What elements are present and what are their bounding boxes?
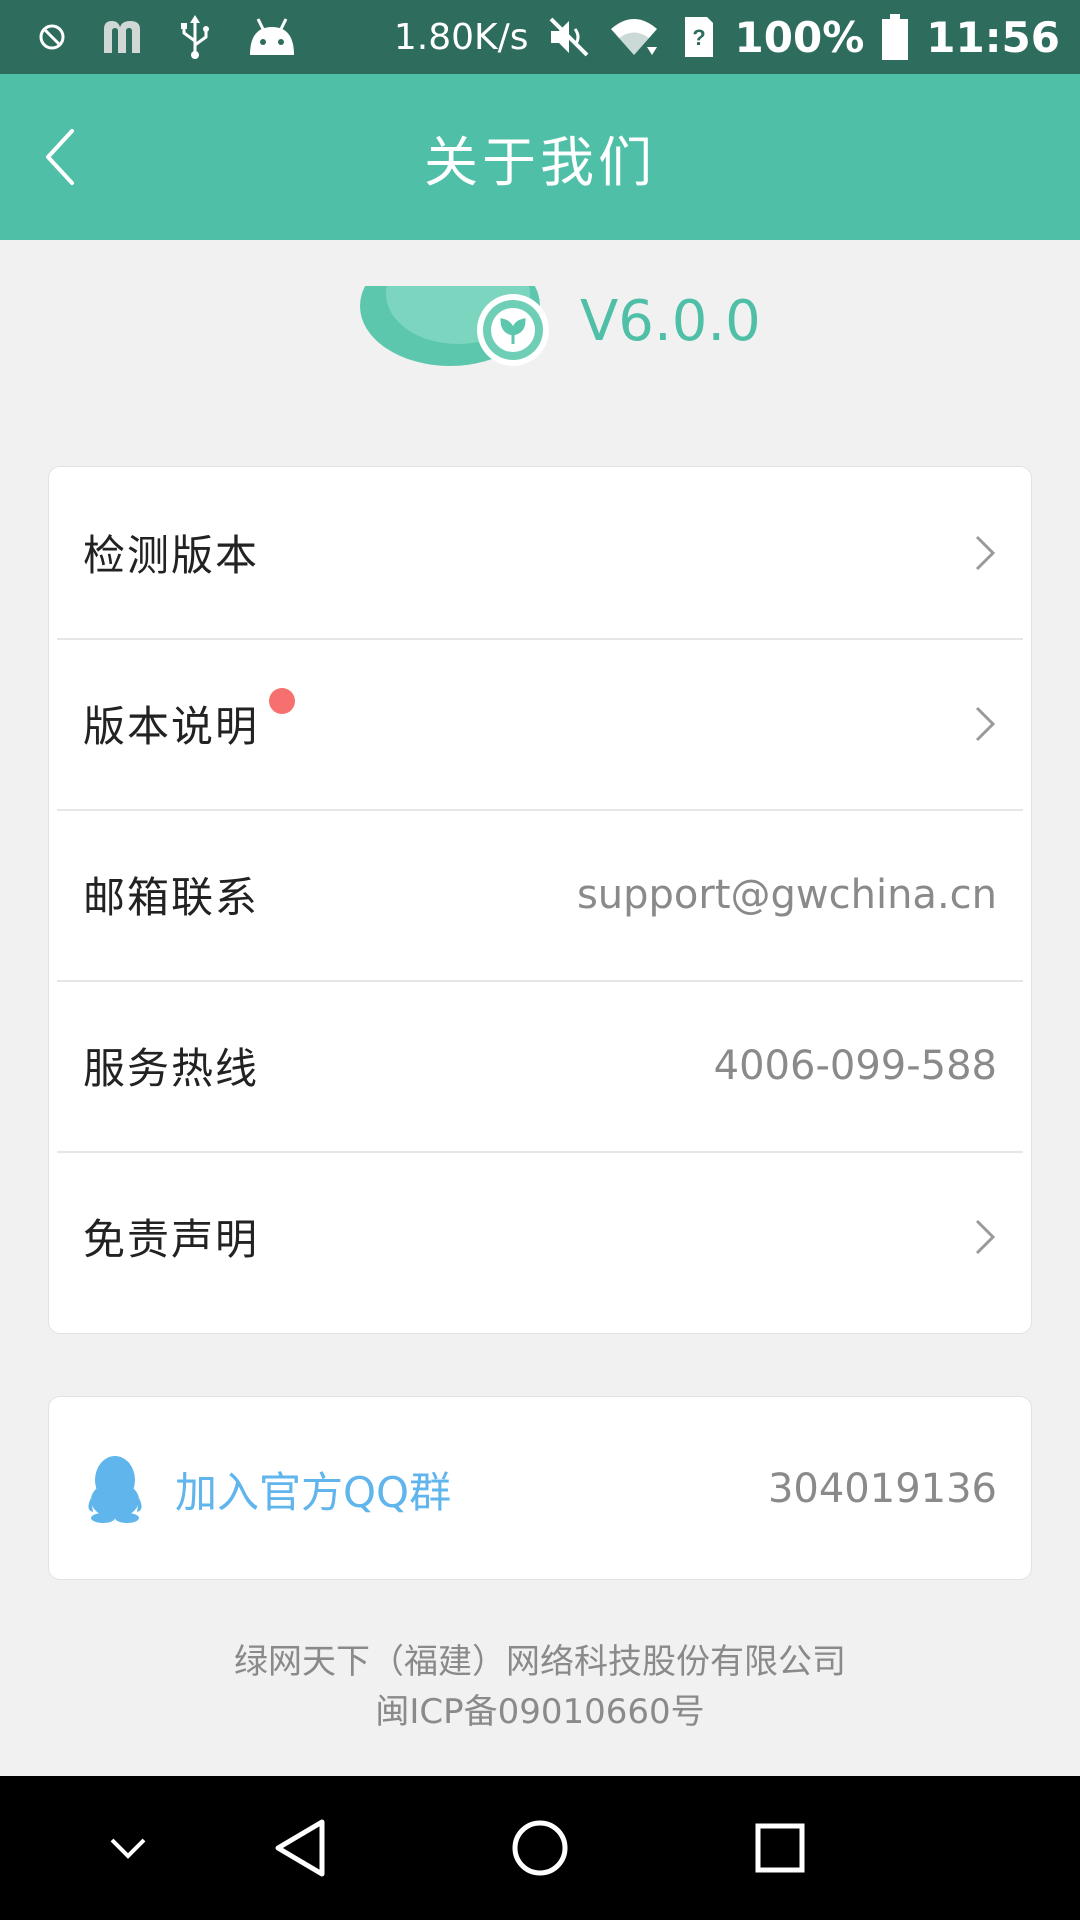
menu-item-hotline[interactable]: 服务热线 4006-099-588 — [49, 980, 1031, 1151]
svg-text:?: ? — [692, 25, 705, 50]
nav-collapse-icon — [110, 1838, 146, 1859]
company-name: 绿网天下（福建）网络科技股份有限公司 — [234, 1642, 846, 1682]
net-speed: 1.80K/s — [393, 16, 529, 58]
battery-percent: 100% — [734, 12, 865, 62]
chevron-right-icon — [957, 1217, 997, 1257]
qq-penguin-icon — [85, 1454, 145, 1524]
app-logo — [350, 286, 560, 372]
mute-icon — [549, 17, 588, 57]
menu-item-label: 邮箱联系 — [83, 873, 260, 922]
qq-group-number: 304019136 — [767, 1466, 997, 1512]
icp-number: 闽ICP备09010660号 — [375, 1692, 705, 1732]
status-bar: 1.80K/s ? 100% 11:56 — [0, 0, 1080, 74]
version-label: V6.0.0 — [580, 289, 761, 354]
nav-home-icon — [512, 1820, 568, 1876]
nav-recents-icon — [755, 1823, 805, 1873]
chevron-right-icon — [957, 533, 997, 573]
usb-icon — [181, 15, 209, 59]
navigation-bar — [0, 1776, 1080, 1920]
join-qq-group-button[interactable]: 加入官方QQ群 304019136 — [49, 1397, 1031, 1581]
sim-icon: ? — [684, 17, 713, 57]
nav-home-button[interactable] — [504, 1812, 576, 1884]
menu-item-label: 版本说明 — [83, 702, 260, 751]
menu-item-email[interactable]: 邮箱联系 support@gwchina.cn — [49, 809, 1031, 980]
page-title: 关于我们 — [424, 130, 656, 194]
clock: 11:56 — [926, 12, 1060, 62]
hotline-value: 4006-099-588 — [713, 1042, 997, 1089]
battery-icon — [882, 14, 909, 60]
nav-back-icon — [275, 1819, 325, 1877]
chevron-right-icon — [957, 704, 997, 744]
menu-item-check-version[interactable]: 检测版本 — [49, 467, 1031, 638]
app-bar: 关于我们 — [0, 74, 1080, 240]
menu-item-label: 服务热线 — [83, 1044, 260, 1093]
nav-back-button[interactable] — [264, 1812, 336, 1884]
android-icon — [250, 18, 294, 55]
menu-item-disclaimer[interactable]: 免责声明 — [49, 1151, 1031, 1322]
nav-recents-button[interactable] — [744, 1812, 816, 1884]
menu-item-label: 检测版本 — [83, 531, 260, 580]
qq-group-label: 加入官方QQ群 — [175, 1467, 452, 1517]
email-value: support@gwchina.cn — [576, 871, 997, 918]
new-badge — [269, 688, 295, 714]
wifi-icon — [610, 19, 657, 55]
menu-item-label: 免责声明 — [83, 1215, 260, 1264]
menu-item-version-notes[interactable]: 版本说明 — [49, 638, 1031, 809]
settings-card: 检测版本 版本说明 邮箱联系 support@gwchina.cn 服务热线 4… — [48, 466, 1032, 1334]
nav-collapse-button[interactable] — [92, 1812, 164, 1884]
app-m-icon — [104, 21, 140, 53]
qq-group-card: 加入官方QQ群 304019136 — [48, 1396, 1032, 1580]
dnd-icon — [39, 24, 65, 50]
